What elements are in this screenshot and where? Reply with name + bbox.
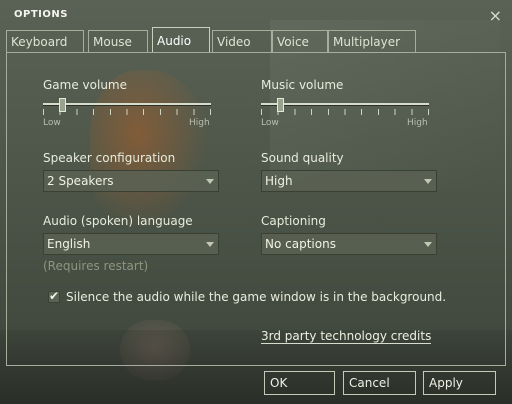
- tab-multiplayer[interactable]: Multiplayer: [328, 30, 416, 52]
- sound-quality-label: Sound quality: [261, 151, 344, 165]
- sound-quality-value: High: [265, 174, 293, 188]
- chevron-down-icon: [424, 242, 432, 247]
- tab-audio[interactable]: Audio: [152, 27, 210, 53]
- silence-background-label: Silence the audio while the game window …: [66, 290, 447, 304]
- third-party-credits-link[interactable]: 3rd party technology credits: [261, 329, 432, 344]
- music-volume-high-label: High: [407, 118, 428, 128]
- slider-ticks: [261, 109, 429, 115]
- sound-quality-dropdown[interactable]: High: [261, 170, 437, 192]
- language-dropdown[interactable]: English: [43, 233, 219, 255]
- music-volume-low-label: Low: [261, 118, 279, 128]
- tab-keyboard[interactable]: Keyboard: [6, 30, 84, 52]
- cancel-button[interactable]: Cancel: [343, 371, 416, 395]
- slider-track: [261, 103, 429, 106]
- slider-thumb[interactable]: [277, 98, 284, 112]
- silence-background-checkbox[interactable]: ✔: [48, 289, 60, 303]
- language-restart-note: (Requires restart): [43, 259, 149, 273]
- chevron-down-icon: [206, 242, 214, 247]
- captioning-dropdown[interactable]: No captions: [261, 233, 437, 255]
- slider-thumb[interactable]: [59, 98, 66, 112]
- language-label: Audio (spoken) language: [43, 214, 193, 228]
- apply-button[interactable]: Apply: [423, 371, 496, 395]
- slider-ticks: [43, 109, 211, 115]
- chevron-down-icon: [424, 179, 432, 184]
- captioning-value: No captions: [265, 237, 336, 251]
- speaker-config-value: 2 Speakers: [47, 174, 114, 188]
- game-volume-label: Game volume: [43, 78, 127, 92]
- game-volume-low-label: Low: [43, 118, 61, 128]
- chevron-down-icon: [206, 179, 214, 184]
- close-icon[interactable]: ×: [489, 6, 502, 25]
- tab-video[interactable]: Video: [212, 30, 272, 52]
- captioning-label: Captioning: [261, 214, 326, 228]
- game-volume-slider[interactable]: [43, 98, 211, 128]
- music-volume-slider[interactable]: [261, 98, 429, 128]
- window-title: OPTIONS: [14, 9, 68, 20]
- speaker-config-dropdown[interactable]: 2 Speakers: [43, 170, 219, 192]
- speaker-config-label: Speaker configuration: [43, 151, 176, 165]
- ok-button[interactable]: OK: [264, 371, 335, 395]
- checkmark-icon: ✔: [49, 289, 60, 303]
- language-value: English: [47, 237, 91, 251]
- tab-voice[interactable]: Voice: [272, 30, 328, 52]
- slider-track: [43, 103, 211, 106]
- game-volume-high-label: High: [189, 118, 210, 128]
- tab-mouse[interactable]: Mouse: [88, 30, 148, 52]
- music-volume-label: Music volume: [261, 78, 344, 92]
- title-bar: OPTIONS ×: [0, 0, 512, 28]
